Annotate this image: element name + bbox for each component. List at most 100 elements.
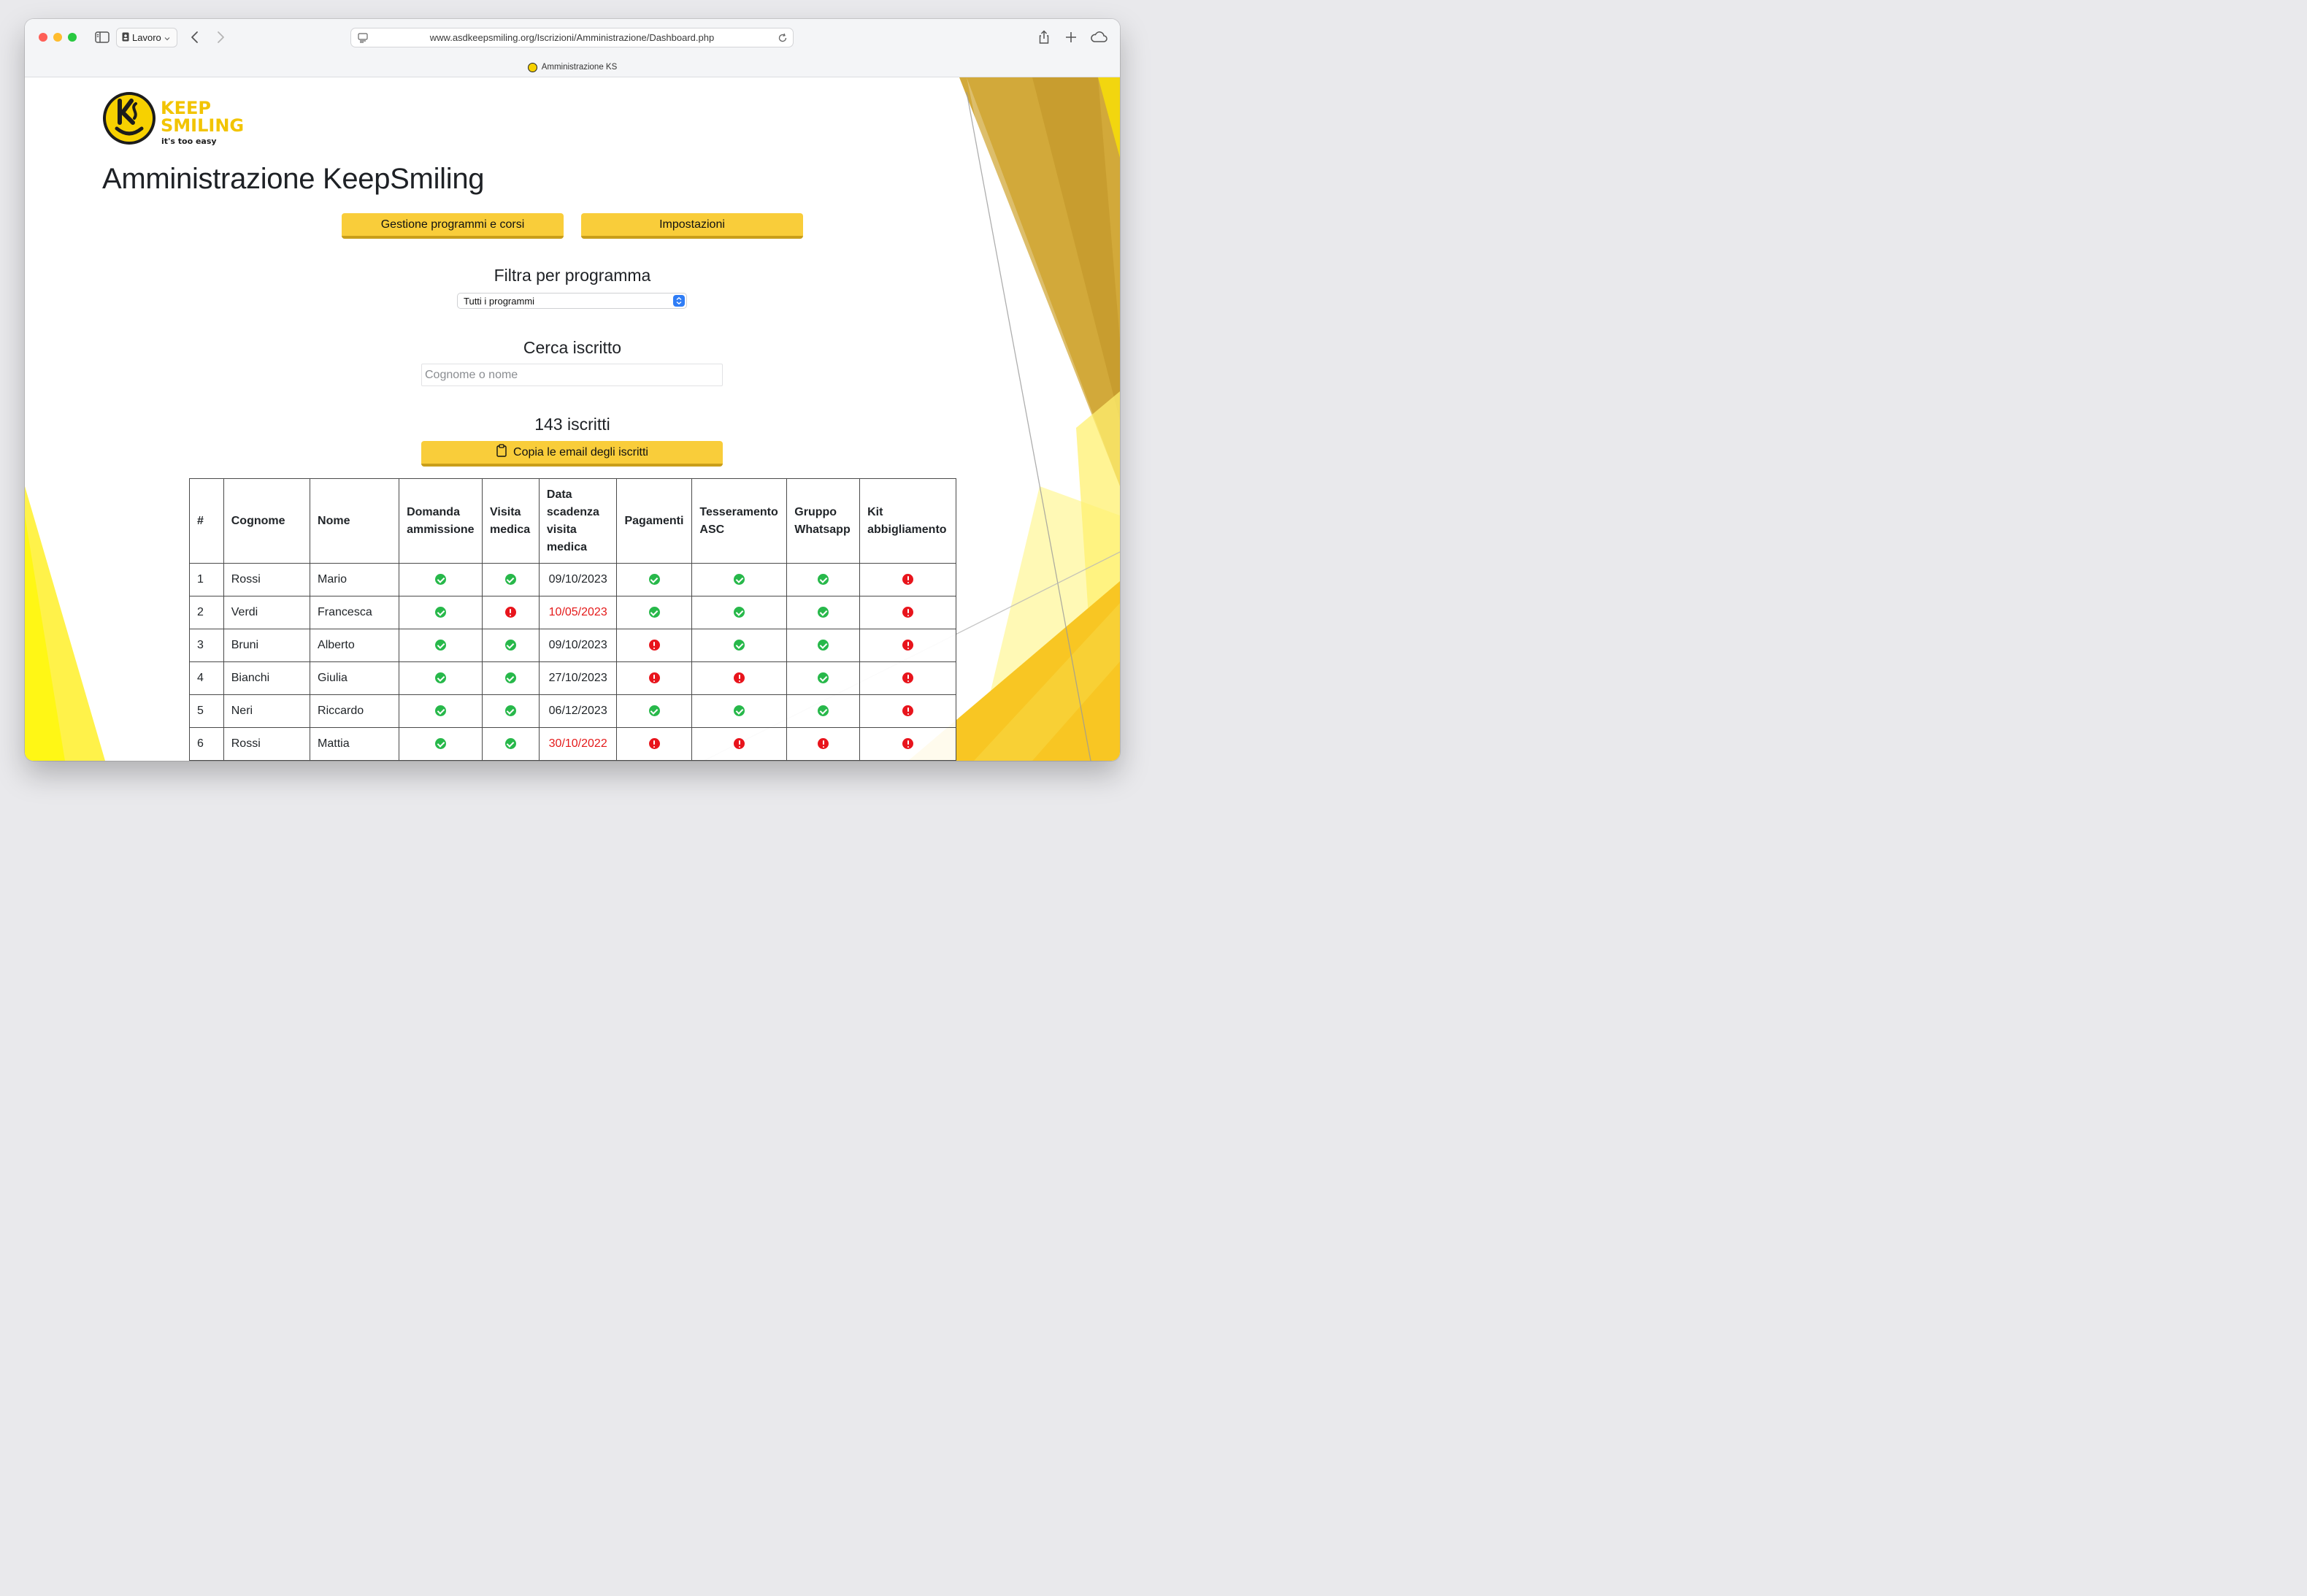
cell-nome: Alberto bbox=[310, 629, 400, 662]
share-icon[interactable] bbox=[1036, 29, 1052, 45]
cell-tesseramento bbox=[691, 629, 788, 662]
copy-emails-button[interactable]: Copia le email degli iscritti bbox=[421, 441, 723, 467]
cell-whatsapp bbox=[786, 596, 861, 629]
cell-whatsapp bbox=[786, 661, 861, 695]
cell-domanda bbox=[399, 661, 483, 695]
cell-cognome: Rossi bbox=[223, 727, 311, 761]
col-header-num: # bbox=[189, 478, 224, 564]
col-header-kit: Kit abbigliamento bbox=[859, 478, 956, 564]
settings-button[interactable]: Impostazioni bbox=[581, 213, 803, 239]
col-header-tesseramento: Tesseramento ASC bbox=[691, 478, 788, 564]
tab-group-profile-button[interactable]: Lavoro bbox=[116, 28, 177, 47]
page-settings-icon[interactable] bbox=[357, 32, 369, 44]
check-circle-icon bbox=[435, 705, 447, 717]
site-favicon-icon bbox=[527, 62, 537, 72]
check-circle-icon bbox=[504, 640, 516, 651]
logo-tagline: it's too easy bbox=[161, 137, 217, 146]
col-header-domanda: Domanda ammissione bbox=[399, 478, 483, 564]
search-input[interactable] bbox=[421, 364, 723, 386]
cell-pagamenti bbox=[616, 694, 693, 728]
cell-kit bbox=[859, 694, 956, 728]
zoom-window-button[interactable] bbox=[68, 33, 77, 42]
check-circle-icon bbox=[435, 640, 447, 651]
cell-scadenza: 27/10/2023 bbox=[538, 661, 618, 695]
exclamation-circle-icon bbox=[504, 607, 516, 618]
cell-visita bbox=[482, 727, 540, 761]
exclamation-circle-icon bbox=[902, 705, 914, 717]
cell-domanda bbox=[399, 727, 483, 761]
cell-visita bbox=[482, 661, 540, 695]
sidebar-toggle-icon[interactable] bbox=[95, 31, 110, 44]
exclamation-circle-icon bbox=[734, 672, 745, 684]
check-circle-icon bbox=[504, 738, 516, 750]
cell-kit bbox=[859, 629, 956, 662]
address-bar[interactable]: www.asdkeepsmiling.org/Iscrizioni/Ammini… bbox=[350, 28, 794, 47]
check-circle-icon bbox=[504, 672, 516, 684]
table-row[interactable]: 4 Bianchi Giulia 27/10/2023 bbox=[189, 661, 956, 695]
cell-cognome: Verdi bbox=[223, 596, 311, 629]
cell-visita bbox=[482, 596, 540, 629]
cell-n: 3 bbox=[189, 629, 224, 662]
manage-programs-button[interactable]: Gestione programmi e corsi bbox=[342, 213, 564, 239]
reload-icon[interactable] bbox=[777, 32, 788, 44]
check-circle-icon bbox=[734, 574, 745, 586]
enrolled-count: 143 iscritti bbox=[534, 415, 610, 434]
col-header-pagamenti: Pagamenti bbox=[616, 478, 693, 564]
profile-label: Lavoro bbox=[132, 32, 161, 43]
check-circle-icon bbox=[435, 607, 447, 618]
cell-domanda bbox=[399, 629, 483, 662]
check-circle-icon bbox=[504, 574, 516, 586]
cell-pagamenti bbox=[616, 727, 693, 761]
cell-visita bbox=[482, 563, 540, 596]
search-title: Cerca iscritto bbox=[523, 338, 622, 357]
browser-toolbar: Lavoro www.asdkeepsmiling.org/Iscrizioni… bbox=[25, 19, 1120, 77]
new-tab-icon[interactable] bbox=[1063, 29, 1079, 45]
minimize-window-button[interactable] bbox=[53, 33, 62, 42]
check-circle-icon bbox=[648, 607, 660, 618]
program-filter-select[interactable]: Tutti i programmi bbox=[457, 293, 687, 309]
table-row[interactable]: 1 Rossi Mario 09/10/2023 bbox=[189, 563, 956, 596]
table-row[interactable]: 2 Verdi Francesca 10/05/2023 bbox=[189, 596, 956, 629]
check-circle-icon bbox=[435, 738, 447, 750]
filter-title: Filtra per programma bbox=[494, 266, 651, 285]
check-circle-icon bbox=[818, 705, 829, 717]
cell-pagamenti bbox=[616, 596, 693, 629]
check-circle-icon bbox=[818, 672, 829, 684]
cell-kit bbox=[859, 727, 956, 761]
page-content: KEEP SMILING it's too easy Amministrazio… bbox=[25, 77, 1120, 761]
keepsmiling-logo[interactable]: KEEP SMILING it's too easy bbox=[102, 91, 256, 149]
cell-cognome: Bruni bbox=[223, 629, 311, 662]
table-row[interactable]: 3 Bruni Alberto 09/10/2023 bbox=[189, 629, 956, 662]
cell-tesseramento bbox=[691, 727, 788, 761]
col-header-whatsapp: Gruppo Whatsapp bbox=[786, 478, 861, 564]
cell-cognome: Bianchi bbox=[223, 661, 311, 695]
check-circle-icon bbox=[648, 705, 660, 717]
check-circle-icon bbox=[818, 640, 829, 651]
select-updown-icon bbox=[673, 295, 685, 307]
cell-cognome: Rossi bbox=[223, 563, 311, 596]
exclamation-circle-icon bbox=[902, 672, 914, 684]
cell-scadenza: 09/10/2023 bbox=[538, 629, 618, 662]
cell-domanda bbox=[399, 596, 483, 629]
cell-visita bbox=[482, 629, 540, 662]
back-icon[interactable] bbox=[188, 30, 201, 45]
check-circle-icon bbox=[818, 574, 829, 586]
cell-whatsapp bbox=[786, 563, 861, 596]
forward-icon[interactable] bbox=[214, 30, 227, 45]
browser-window: Lavoro www.asdkeepsmiling.org/Iscrizioni… bbox=[25, 19, 1120, 761]
tab-active[interactable]: Amministrazione KS bbox=[25, 59, 1120, 75]
cell-tesseramento bbox=[691, 596, 788, 629]
cell-kit bbox=[859, 563, 956, 596]
table-row[interactable]: 6 Rossi Mattia 30/10/2022 bbox=[189, 727, 956, 761]
check-circle-icon bbox=[734, 640, 745, 651]
table-row[interactable]: 5 Neri Riccardo 06/12/2023 bbox=[189, 694, 956, 728]
check-circle-icon bbox=[734, 607, 745, 618]
close-window-button[interactable] bbox=[39, 33, 47, 42]
cell-n: 5 bbox=[189, 694, 224, 728]
cell-scadenza: 06/12/2023 bbox=[538, 694, 618, 728]
table-header-row: # Cognome Nome Domanda ammissione Visita m… bbox=[189, 478, 956, 564]
cell-n: 2 bbox=[189, 596, 224, 629]
exclamation-circle-icon bbox=[818, 738, 829, 750]
cloud-tabs-icon[interactable] bbox=[1089, 29, 1108, 45]
cell-cognome: Neri bbox=[223, 694, 311, 728]
